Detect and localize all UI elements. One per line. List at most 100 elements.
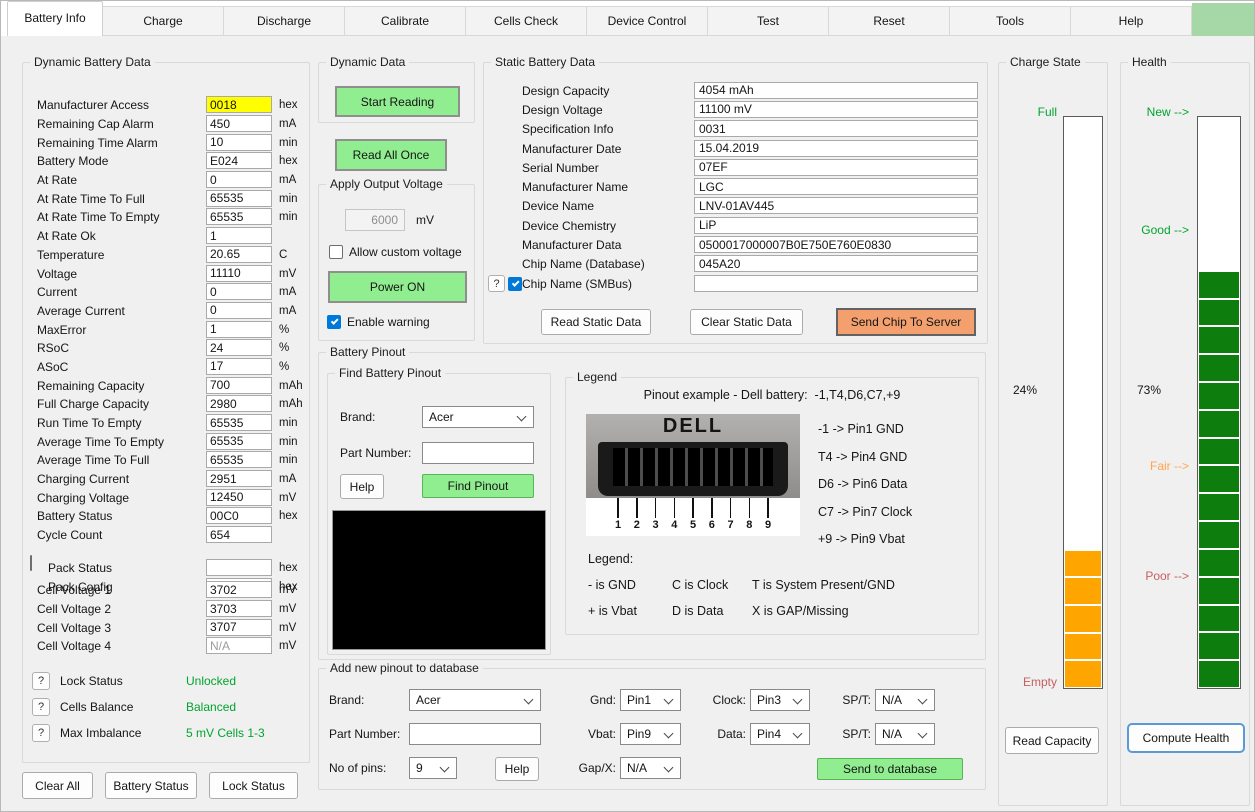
field-value-input[interactable]: 0031	[694, 120, 978, 138]
data-select[interactable]: Pin4	[750, 723, 810, 745]
brand-select[interactable]: Acer	[422, 406, 534, 428]
send-chip-to-server-button[interactable]: Send Chip To Server	[836, 308, 976, 336]
no-of-pins-select[interactable]: 9	[409, 757, 457, 779]
field-value-input[interactable]: 700	[206, 376, 272, 394]
field-value-input[interactable]: 2980	[206, 395, 272, 413]
tab-help[interactable]: Help	[1071, 6, 1192, 36]
field-value-input[interactable]: 0018	[206, 96, 272, 114]
lock-status-button[interactable]: Lock Status	[209, 772, 298, 799]
pin-number: 3	[652, 519, 659, 531]
dynamic-row: Cycle Count 654	[24, 526, 308, 545]
find-pinout-button[interactable]: Find Pinout	[422, 474, 534, 498]
field-value-input[interactable]: 4054 mAh	[694, 81, 978, 99]
help-button[interactable]: ?	[32, 724, 50, 742]
tab-tools[interactable]: Tools	[950, 6, 1071, 36]
tab-discharge[interactable]: Discharge	[224, 6, 345, 36]
clock-select[interactable]: Pin3	[750, 689, 810, 711]
battery-status-button[interactable]: Battery Status	[105, 772, 197, 799]
clear-all-button[interactable]: Clear All	[22, 772, 93, 799]
field-value-input[interactable]: 1	[206, 227, 272, 245]
field-value-input[interactable]: 654	[206, 526, 272, 544]
field-value-input[interactable]: 65535	[206, 432, 272, 450]
part-number-input[interactable]	[409, 723, 541, 745]
checkbox-check-icon	[511, 278, 519, 287]
dynamic-row: Full Charge Capacity 2980 mAh	[24, 395, 308, 414]
tab-calibrate[interactable]: Calibrate	[345, 6, 466, 36]
pack-status-checkbox[interactable]	[30, 554, 32, 571]
start-reading-button[interactable]: Start Reading	[335, 86, 460, 117]
health-bar	[1197, 116, 1241, 689]
field-value-input[interactable]: 045A20	[694, 255, 978, 273]
dell-logo-text: DELL	[662, 415, 724, 437]
read-static-data-button[interactable]: Read Static Data	[541, 309, 651, 335]
field-value-input[interactable]: LiP	[694, 216, 978, 234]
field-value-input[interactable]	[694, 274, 978, 292]
field-value-input[interactable]: 65535	[206, 189, 272, 207]
send-to-database-button[interactable]: Send to database	[817, 758, 963, 780]
part-number-input[interactable]	[422, 442, 534, 464]
help-button[interactable]: ?	[488, 275, 505, 293]
vbat-select[interactable]: Pin9	[620, 723, 681, 745]
help-button[interactable]: Help	[495, 757, 539, 781]
field-value-input[interactable]: 07EF	[694, 158, 978, 176]
field-value-input[interactable]: N/A	[206, 637, 272, 655]
tab-test[interactable]: Test	[708, 6, 829, 36]
gap-select[interactable]: N/A	[620, 757, 681, 779]
tab-cells-check[interactable]: Cells Check	[466, 6, 587, 36]
enable-warning-checkbox[interactable]	[327, 315, 341, 329]
field-value-input[interactable]: 10	[206, 133, 272, 151]
clear-static-data-button[interactable]: Clear Static Data	[690, 309, 803, 335]
connector-slots	[613, 448, 773, 486]
field-value-input[interactable]: 00C0	[206, 507, 272, 525]
allow-custom-voltage-checkbox[interactable]	[329, 245, 343, 259]
field-value-input[interactable]: E024	[206, 152, 272, 170]
chip-smbus-checkbox[interactable]	[508, 276, 522, 291]
read-all-once-button[interactable]: Read All Once	[335, 139, 447, 171]
field-unit: mAh	[279, 398, 303, 411]
field-value-input[interactable]: 15.04.2019	[694, 139, 978, 157]
field-value-input[interactable]: 24	[206, 339, 272, 357]
field-value-input[interactable]: 0500017000007B0E750E760E0830	[694, 236, 978, 254]
field-value-input[interactable]	[206, 559, 272, 577]
field-value-input[interactable]: 11100 mV	[694, 100, 978, 118]
field-value-input[interactable]: 12450	[206, 488, 272, 506]
field-value-input[interactable]: 20.65	[206, 245, 272, 263]
field-value-input[interactable]: 0	[206, 301, 272, 319]
spt2-select[interactable]: N/A	[875, 723, 935, 745]
field-value-input[interactable]: 3707	[206, 618, 272, 636]
gnd-select[interactable]: Pin1	[620, 689, 681, 711]
brand-select[interactable]: Acer	[409, 689, 541, 711]
read-capacity-button[interactable]: Read Capacity	[1005, 727, 1099, 754]
help-button[interactable]: ?	[32, 672, 50, 690]
help-button[interactable]: ?	[32, 698, 50, 716]
field-value-input[interactable]: LNV-01AV445	[694, 197, 978, 215]
field-label: At Rate Ok	[37, 229, 96, 244]
field-value-input[interactable]: 65535	[206, 208, 272, 226]
tab-battery-info[interactable]: Battery Info	[7, 1, 103, 36]
field-value-input[interactable]: 1	[206, 320, 272, 338]
field-value-input[interactable]: 3702	[206, 581, 272, 599]
field-value-input[interactable]: 0	[206, 171, 272, 189]
field-value-input[interactable]: 17	[206, 357, 272, 375]
field-unit: mV	[279, 621, 297, 634]
field-value-input[interactable]: LGC	[694, 178, 978, 196]
tab-reset[interactable]: Reset	[829, 6, 950, 36]
power-on-button[interactable]: Power ON	[328, 271, 467, 303]
pin-number: 7	[727, 519, 734, 531]
field-label: Manufacturer Access	[37, 98, 150, 113]
field-value-input[interactable]: 0	[206, 283, 272, 301]
spt1-select[interactable]: N/A	[875, 689, 935, 711]
tab-device-control[interactable]: Device Control	[587, 6, 708, 36]
gap-select-value: N/A	[627, 761, 648, 775]
field-value-input[interactable]: 450	[206, 115, 272, 133]
tab-charge[interactable]: Charge	[103, 6, 224, 36]
pin-line	[636, 498, 638, 518]
health-bar-segment	[1199, 577, 1239, 604]
field-value-input[interactable]: 11110	[206, 264, 272, 282]
help-button[interactable]: Help	[340, 474, 384, 499]
field-value-input[interactable]: 2951	[206, 470, 272, 488]
field-value-input[interactable]: 3703	[206, 600, 272, 618]
field-value-input[interactable]: 65535	[206, 451, 272, 469]
compute-health-button[interactable]: Compute Health	[1127, 723, 1245, 753]
field-value-input[interactable]: 65535	[206, 414, 272, 432]
